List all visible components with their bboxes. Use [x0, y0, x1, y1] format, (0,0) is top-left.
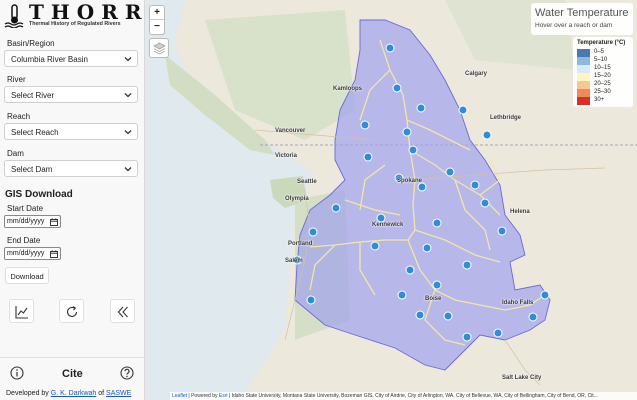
double-chevron-left-icon: [117, 306, 128, 318]
place-kamloops: Kamloops: [333, 86, 363, 92]
reach-label: Reach: [7, 112, 31, 121]
author-link[interactable]: G. K. Darkwah: [51, 390, 97, 397]
basin-select-value: Columbia River Basin: [11, 55, 88, 64]
legend-swatch: [577, 73, 590, 81]
dam-select-value: Select Dam: [11, 165, 53, 174]
legend-label: 20–25: [594, 81, 611, 87]
chevron-down-icon: [124, 57, 132, 62]
place-helena: Helena: [510, 209, 530, 215]
place-boise: Boise: [425, 296, 442, 302]
place-salt-lake-city: Salt Lake City: [502, 375, 542, 381]
place-portland: Portland: [288, 241, 313, 247]
powered-by-text: | Powered by: [187, 393, 219, 399]
dam-select[interactable]: Select Dam: [4, 160, 138, 177]
legend-title: Temperature (°C): [577, 40, 626, 46]
reach-select[interactable]: Select Reach: [4, 123, 138, 140]
legend-swatch: [577, 49, 590, 57]
start-date-input[interactable]: mm/dd/yyyy: [4, 215, 61, 228]
legend-swatch: [577, 65, 590, 73]
chevron-down-icon: [124, 93, 132, 98]
layers-button[interactable]: [149, 38, 169, 58]
basin-select[interactable]: Columbia River Basin: [4, 50, 138, 67]
legend-swatch: [577, 57, 590, 65]
info-panel-hint: Hover over a reach or dam: [535, 22, 613, 29]
esri-link[interactable]: Esri: [219, 393, 228, 399]
legend-swatch: [577, 81, 590, 89]
chevron-down-icon: [124, 130, 132, 135]
developer-credit: Developed by G. K. Darkwah of SASWE: [6, 390, 131, 397]
zoom-in-button[interactable]: +: [150, 6, 164, 20]
chevron-down-icon: [124, 167, 132, 172]
end-date-label: End Date: [7, 236, 41, 245]
legend-label: 10–15: [594, 65, 611, 71]
refresh-icon: [66, 306, 78, 317]
legend-swatch: [577, 89, 590, 97]
place-olympia: Olympia: [285, 196, 309, 202]
river-select-value: Select River: [11, 91, 55, 100]
river-select[interactable]: Select River: [4, 86, 138, 103]
basin-label: Basin/Region: [7, 39, 55, 48]
river-label: River: [7, 75, 26, 84]
leaflet-link[interactable]: Leaflet: [172, 393, 187, 399]
legend-swatch: [577, 97, 590, 105]
legend-label: 0–5: [594, 49, 605, 55]
place-seattle: Seattle: [297, 179, 317, 185]
zoom-out-button[interactable]: −: [150, 20, 164, 34]
sidebar: THORR Thermal History of Regulated River…: [0, 0, 145, 400]
info-icon[interactable]: [10, 366, 24, 380]
reach-select-value: Select Reach: [11, 128, 59, 137]
cite-button[interactable]: Cite: [62, 368, 83, 380]
legend-label: 25–30: [594, 89, 611, 95]
start-date-placeholder: mm/dd/yyyy: [7, 218, 45, 225]
place-victoria: Victoria: [275, 153, 297, 159]
dev-of: of: [98, 390, 105, 397]
place-calgary: Calgary: [465, 71, 488, 77]
start-date-label: Start Date: [7, 204, 44, 213]
app-subtitle: Thermal History of Regulated Rivers: [29, 21, 121, 27]
calendar-icon[interactable]: [50, 250, 58, 258]
download-button[interactable]: Download: [5, 267, 49, 284]
water-thermometer-icon: [4, 4, 24, 28]
footer-divider: [0, 357, 145, 358]
zoom-control: + −: [149, 5, 165, 35]
map-attribution: Leaflet | Powered by Esri | Idaho State …: [170, 392, 637, 400]
end-date-input[interactable]: mm/dd/yyyy: [4, 247, 61, 260]
layers-icon: [153, 42, 166, 55]
place-spokane: Spokane: [397, 178, 423, 184]
place-lethbridge: Lethbridge: [490, 115, 521, 121]
calendar-icon[interactable]: [50, 218, 58, 226]
help-icon[interactable]: [120, 366, 134, 380]
legend-label: 5–10: [594, 57, 608, 63]
info-panel-title: Water Temperature: [535, 7, 629, 19]
line-chart-icon: [15, 306, 28, 319]
legend-label: 30+: [594, 97, 605, 103]
map-canvas[interactable]: Calgary Lethbridge Kamloops Vancouver Vi…: [145, 0, 637, 400]
org-link[interactable]: SASWE: [106, 390, 131, 397]
place-vancouver: Vancouver: [275, 128, 306, 134]
end-date-placeholder: mm/dd/yyyy: [7, 250, 45, 257]
basemap: [145, 0, 637, 400]
app-logo: THORR Thermal History of Regulated River…: [4, 2, 142, 31]
gis-download-title: GIS Download: [5, 189, 73, 200]
dev-prefix: Developed by: [6, 390, 49, 397]
water-temperature-info-panel: Water Temperature Hover over a reach or …: [531, 3, 633, 35]
legend-label: 15–20: [594, 73, 611, 79]
app-title: THORR: [29, 0, 149, 24]
refresh-button[interactable]: [59, 299, 84, 323]
dam-label: Dam: [7, 149, 24, 158]
temperature-legend: Temperature (°C) 0–5 5–10 10–15 15–20 20–25 2…: [573, 37, 633, 107]
place-kennewick: Kennewick: [372, 222, 404, 228]
collapse-sidebar-button[interactable]: [110, 299, 135, 323]
chart-button[interactable]: [9, 299, 34, 323]
attribution-sources: | Idaho State University, Montana State …: [227, 393, 598, 399]
place-salem: Salem: [285, 258, 303, 264]
place-idaho-falls: Idaho Falls: [502, 300, 534, 306]
